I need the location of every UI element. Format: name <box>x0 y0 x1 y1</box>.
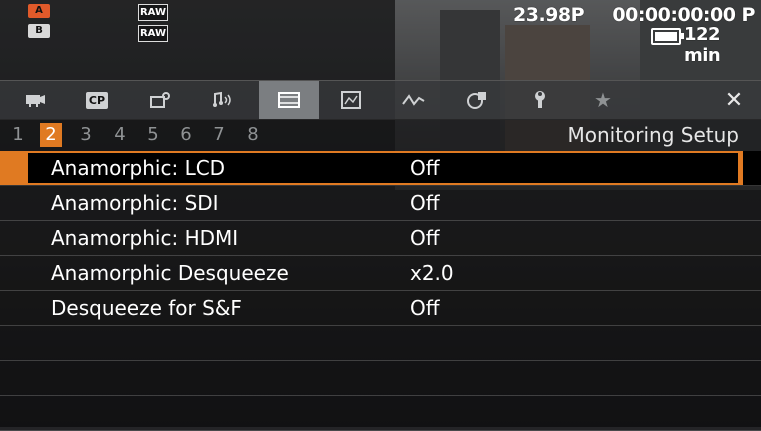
close-icon[interactable]: ✕ <box>707 81 761 119</box>
menu-item-anamorphic-lcd[interactable]: Anamorphic: LCD Off <box>0 151 761 186</box>
page-5[interactable]: 5 <box>142 123 164 147</box>
camera-setup-icon[interactable] <box>133 81 187 119</box>
page-4[interactable]: 4 <box>109 123 131 147</box>
status-bar: A B RAW RAW 23.98P 00:00:00:00 P 122 min <box>0 0 761 66</box>
menu-item-label: Anamorphic Desqueeze <box>51 261 289 285</box>
raw-badge-1: RAW <box>138 4 168 21</box>
camera-icon[interactable] <box>8 81 62 119</box>
page-1[interactable]: 1 <box>7 123 29 147</box>
menu-item-value: Off <box>410 191 440 215</box>
frame-rate: 23.98P <box>513 4 585 26</box>
menu-empty-row <box>0 361 761 396</box>
menu-tab-bar: CP ★ ✕ <box>0 80 761 120</box>
slot-a-badge: A <box>28 4 50 18</box>
recording-media-icon[interactable] <box>324 81 378 119</box>
menu-item-anamorphic-desqueeze[interactable]: Anamorphic Desqueeze x2.0 <box>0 256 761 291</box>
page-selector: 1 2 3 4 5 6 7 8 Monitoring Setup <box>0 119 761 151</box>
menu-item-label: Anamorphic: LCD <box>51 156 226 180</box>
remaining-time: 122 min <box>684 24 721 66</box>
menu-list: Anamorphic: LCD Off Anamorphic: SDI Off … <box>0 151 761 431</box>
star-icon[interactable]: ★ <box>576 81 630 119</box>
raw-badge-2: RAW <box>138 25 168 42</box>
slot-b-badge: B <box>28 24 50 38</box>
timecode: 00:00:00:00 P <box>612 4 755 26</box>
menu-item-anamorphic-hdmi[interactable]: Anamorphic: HDMI Off <box>0 221 761 256</box>
menu-empty-row <box>0 326 761 361</box>
page-7[interactable]: 7 <box>208 123 230 147</box>
wrench-icon[interactable] <box>513 81 567 119</box>
section-title: Monitoring Setup <box>567 123 739 147</box>
menu-item-value: x2.0 <box>410 261 454 285</box>
menu-item-value: Off <box>410 156 440 180</box>
page-3[interactable]: 3 <box>75 123 97 147</box>
page-8[interactable]: 8 <box>242 123 264 147</box>
menu-empty-row <box>0 396 761 431</box>
menu-item-value: Off <box>410 226 440 250</box>
menu-item-value: Off <box>410 296 440 320</box>
menu-item-label: Desqueeze for S&F <box>51 296 242 320</box>
menu-item-label: Anamorphic: HDMI <box>51 226 239 250</box>
battery-icon <box>651 28 684 45</box>
audio-icon[interactable] <box>196 81 250 119</box>
page-6[interactable]: 6 <box>175 123 197 147</box>
cp-icon[interactable]: CP <box>70 81 124 119</box>
page-2[interactable]: 2 <box>40 123 62 147</box>
menu-item-label: Anamorphic: SDI <box>51 191 219 215</box>
monitoring-setup-icon[interactable] <box>259 81 319 119</box>
menu-item-desqueeze-sf[interactable]: Desqueeze for S&F Off <box>0 291 761 326</box>
assist-icon[interactable] <box>450 81 504 119</box>
menu-item-anamorphic-sdi[interactable]: Anamorphic: SDI Off <box>0 186 761 221</box>
waveform-icon[interactable] <box>387 81 441 119</box>
